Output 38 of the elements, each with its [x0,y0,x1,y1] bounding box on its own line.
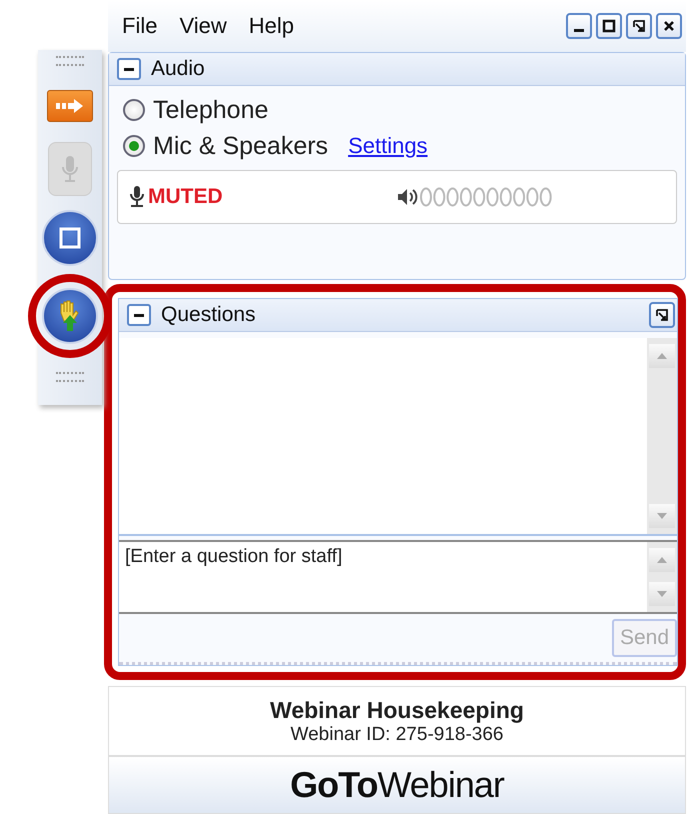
radio-label: Mic & Speakers [153,132,328,160]
square-icon [58,226,82,250]
settings-link[interactable]: Settings [348,133,428,159]
panel-title: Audio [151,57,205,81]
radio-label: Telephone [153,96,268,124]
panel-title: Questions [161,303,256,327]
grip-handle[interactable] [56,372,84,382]
maximize-button[interactable] [596,13,622,39]
microphone-icon [60,154,80,184]
up-arrow-icon [655,555,669,565]
popout-button[interactable] [649,302,675,328]
minimize-icon [574,28,584,32]
arrow-button[interactable] [47,90,93,122]
speaker-icon [396,187,418,207]
popout-icon [632,19,646,33]
grip-handle[interactable] [56,56,84,66]
popout-icon [655,308,669,322]
radio-button[interactable] [123,99,145,121]
microphone-icon [128,185,146,209]
webinar-title: Webinar Housekeeping [270,696,524,724]
popout-button[interactable] [626,13,652,39]
up-arrow-icon [655,351,669,361]
webinar-id: Webinar ID: 275-918-366 [290,724,504,746]
collapse-button[interactable] [127,304,151,326]
muted-label: MUTED [148,185,224,209]
menu-item[interactable]: View [179,13,227,39]
maximize-icon [602,19,616,33]
close-button[interactable] [656,13,682,39]
menu-item[interactable]: File [122,13,158,39]
raise-hand-button[interactable] [42,288,98,344]
minimize-button[interactable] [566,13,592,39]
down-arrow-icon [655,589,669,599]
close-icon [662,19,676,33]
radio-button[interactable] [123,135,145,157]
logo: GoToWebinar [290,764,504,806]
down-arrow-icon [655,511,669,521]
collapse-button[interactable] [117,58,141,80]
menu-item[interactable]: Help [248,13,294,39]
